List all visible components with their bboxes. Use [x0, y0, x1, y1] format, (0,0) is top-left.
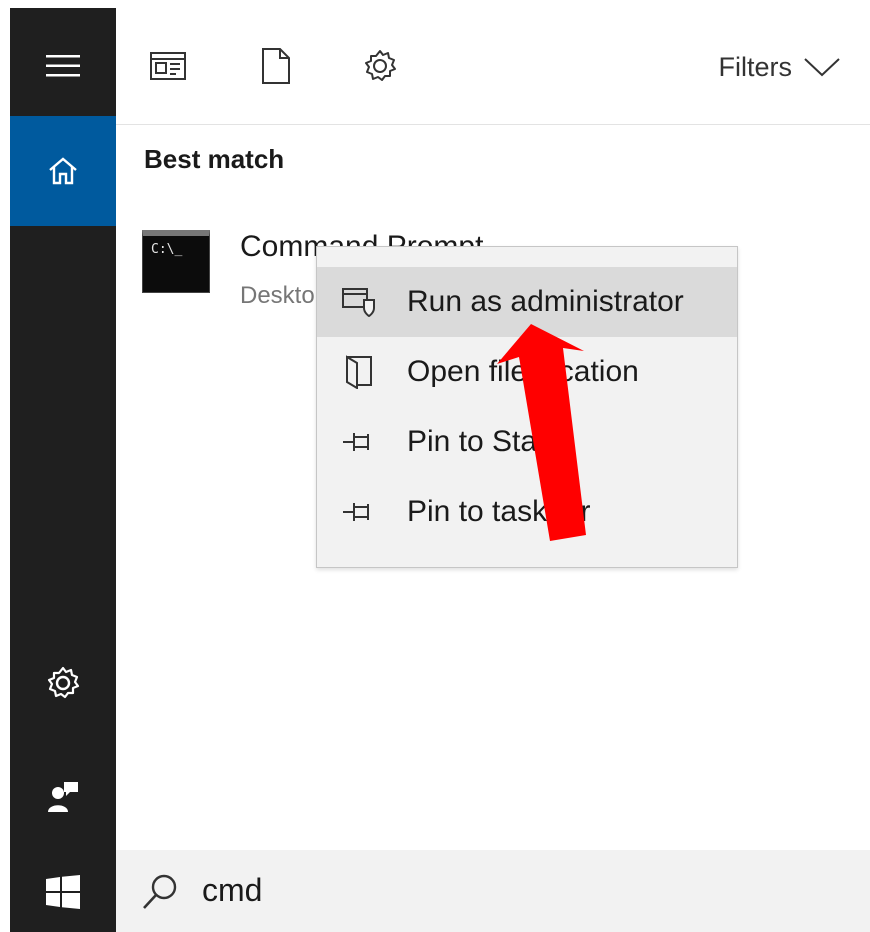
- documents-filter-button[interactable]: [258, 48, 294, 84]
- apps-icon: [150, 52, 186, 80]
- search-input[interactable]: [202, 866, 822, 914]
- menu-item-pin-to-taskbar[interactable]: Pin to taskbar: [317, 477, 737, 547]
- settings-button[interactable]: [10, 628, 116, 738]
- hamburger-icon: [46, 55, 80, 77]
- pin-icon: [343, 433, 369, 451]
- apps-filter-button[interactable]: [150, 48, 186, 84]
- hamburger-menu-button[interactable]: [10, 8, 116, 124]
- windows-logo-icon: [46, 875, 80, 909]
- search-icon: [143, 874, 177, 909]
- menu-item-label: Pin to taskbar: [407, 495, 591, 528]
- home-icon: [49, 157, 77, 185]
- search-bar: [116, 850, 870, 932]
- settings-filter-button[interactable]: [362, 48, 398, 84]
- search-toolbar: Filters: [116, 8, 870, 125]
- command-prompt-app-icon: C:\_: [142, 230, 210, 293]
- menu-item-label: Run as administrator: [407, 285, 684, 318]
- menu-item-label: Pin to Start: [407, 425, 556, 458]
- menu-item-label: Open file location: [407, 355, 639, 388]
- menu-item-pin-to-start[interactable]: Pin to Start: [317, 407, 737, 477]
- document-icon: [262, 48, 290, 84]
- menu-item-run-as-administrator[interactable]: Run as administrator: [317, 267, 737, 337]
- gear-icon: [365, 50, 396, 81]
- command-prompt-icon-text: C:\_: [151, 242, 183, 257]
- feedback-button[interactable]: [10, 742, 116, 852]
- filters-label: Filters: [718, 51, 793, 82]
- chevron-down-icon: [804, 58, 840, 77]
- folder-open-icon: [346, 355, 372, 389]
- best-match-heading: Best match: [144, 144, 285, 174]
- feedback-person-icon: [48, 782, 78, 812]
- menu-item-open-file-location[interactable]: Open file location: [317, 337, 737, 407]
- context-menu: Run as administrator Open file location …: [316, 246, 738, 568]
- home-button[interactable]: [10, 116, 116, 226]
- gear-icon: [47, 666, 80, 699]
- pin-icon: [343, 503, 369, 521]
- shield-admin-icon: [342, 288, 375, 317]
- filters-dropdown[interactable]: Filters: [719, 52, 841, 82]
- start-button[interactable]: [10, 852, 116, 932]
